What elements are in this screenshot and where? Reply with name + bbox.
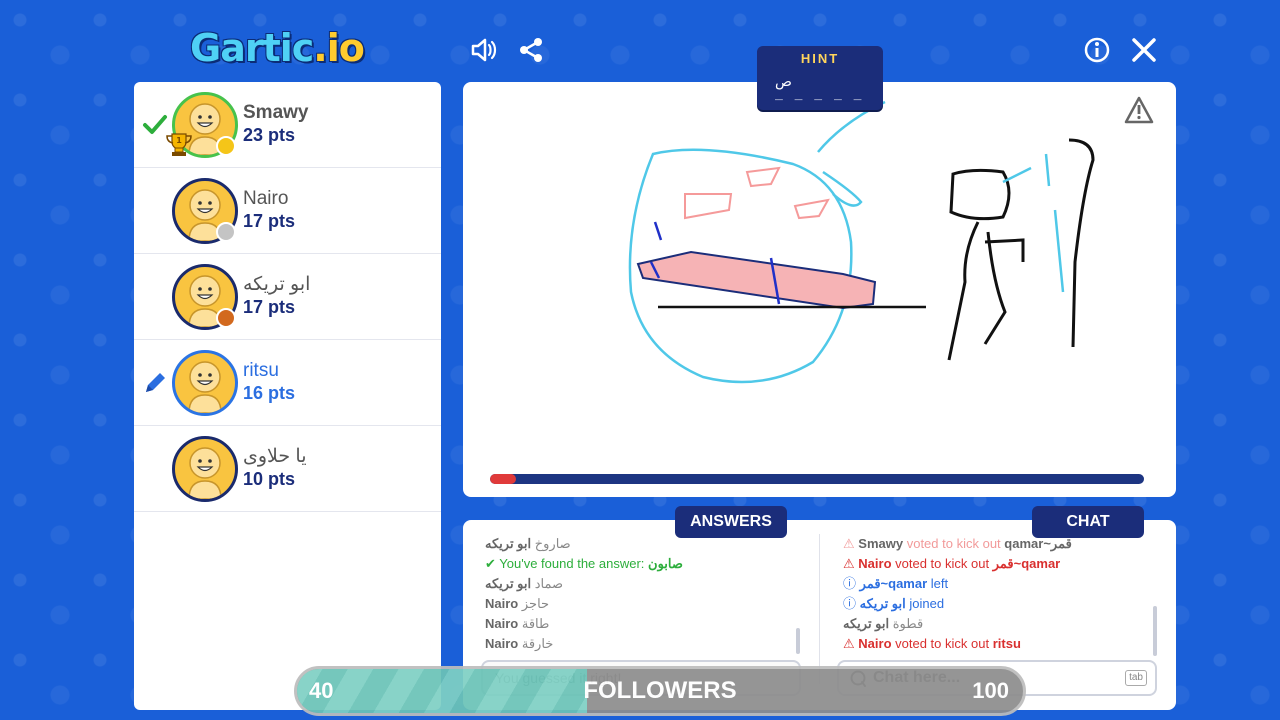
followers-label: FOLLOWERS xyxy=(583,677,737,704)
pencil-icon xyxy=(146,373,165,392)
info-icon: ⓘ xyxy=(843,576,857,591)
message-text: voted to kick out xyxy=(895,556,990,571)
chat-message: ⓘ قمر~qamar left xyxy=(843,574,1143,594)
chat-list: ⚠ Smawy voted to kick out qamar~قمر ⚠ Na… xyxy=(843,534,1143,654)
tab-key-hint: tab xyxy=(1125,670,1147,686)
round-timer-fill xyxy=(490,474,517,484)
message-user: ابو تريكه xyxy=(859,596,906,611)
answer-message: Nairo طاقة xyxy=(485,614,805,634)
message-user: Smawy xyxy=(858,536,904,551)
player-name: ابو تريكه xyxy=(243,274,311,295)
logo-suffix-text: .io xyxy=(313,26,365,70)
message-text: voted to kick out xyxy=(906,536,1001,551)
answer-message: صاروخ ابو تريكه xyxy=(485,534,805,554)
message-user: ابو تريكه xyxy=(485,536,532,551)
player-name: Nairo xyxy=(243,188,289,209)
player-row[interactable]: ritsu 16 pts xyxy=(134,340,441,426)
info-icon: ⓘ xyxy=(843,596,857,611)
message-text: حاجز xyxy=(521,596,550,611)
bronze-medal-badge xyxy=(216,308,236,328)
player-points: 17 pts xyxy=(243,297,296,317)
player-points: 10 pts xyxy=(243,469,296,489)
player-row[interactable]: 1 Smawy 23 pts xyxy=(134,82,441,168)
message-user: ابو تريكه xyxy=(843,616,890,631)
column-divider xyxy=(819,534,820,684)
chat-message: ⚠ Nairo voted to kick out ritsu xyxy=(843,634,1143,654)
gold-medal-badge xyxy=(216,136,236,156)
player-row[interactable]: Nairo 17 pts xyxy=(134,168,441,254)
trophy-icon: 1 xyxy=(166,133,192,156)
chat-message: ⚠ Smawy voted to kick out qamar~قمر xyxy=(843,534,1143,554)
hint-blanks: _ _ _ _ _ xyxy=(775,86,864,101)
player-name: ritsu xyxy=(243,360,279,381)
avatar xyxy=(172,350,238,416)
info-icon[interactable] xyxy=(1083,36,1111,64)
message-text: voted to kick out xyxy=(895,636,990,651)
answers-scrollbar[interactable] xyxy=(796,628,800,654)
check-icon: ✔ xyxy=(485,556,496,571)
close-icon[interactable] xyxy=(1130,36,1158,64)
answer-message: Nairo حاجز xyxy=(485,594,805,614)
message-user: ابو تريكه xyxy=(485,576,532,591)
share-icon[interactable] xyxy=(517,36,545,64)
message-user: Nairo xyxy=(858,636,892,651)
player-points: 16 pts xyxy=(243,383,296,403)
player-points: 23 pts xyxy=(243,125,296,145)
answer-message: ✔ You've found the answer: صابون xyxy=(485,554,805,574)
message-user: Nairo xyxy=(485,636,519,651)
player-row[interactable]: ابو تريكه 17 pts xyxy=(134,254,441,340)
message-text: طاقة xyxy=(521,616,550,631)
player-points: 17 pts xyxy=(243,211,296,231)
message-text: خارقة xyxy=(521,636,554,651)
chat-scrollbar[interactable] xyxy=(1153,606,1157,656)
hint-title: HINT xyxy=(800,51,840,66)
followers-goal-bar: 40 FOLLOWERS 100 xyxy=(294,666,1026,716)
followers-goal: 100 xyxy=(972,678,1009,703)
message-text: left xyxy=(930,576,949,591)
silver-medal-badge xyxy=(216,222,236,242)
found-answer: صابون xyxy=(648,556,683,571)
player-name: Smawy xyxy=(243,102,309,123)
message-text: صماد xyxy=(534,576,564,591)
message-user: Nairo xyxy=(858,556,892,571)
message-user: Nairo xyxy=(485,616,519,631)
message-user: Nairo xyxy=(485,596,519,611)
message-user: قمر~qamar xyxy=(859,576,928,591)
chat-message: ⓘ ابو تريكه joined xyxy=(843,594,1143,614)
message-text: You've found the answer: xyxy=(499,556,645,571)
speaker-icon[interactable] xyxy=(469,36,497,64)
chat-message: قطوة ابو تريكه xyxy=(843,614,1143,634)
alert-icon: ⚠ xyxy=(843,536,855,551)
players-list: 1 Smawy 23 pts Nairo 17 pts ابو تريكه 17… xyxy=(134,82,441,710)
drawing-strokes xyxy=(628,100,1095,384)
avatar xyxy=(172,436,238,502)
answers-list: صاروخ ابو تريكه ✔ You've found the answe… xyxy=(485,534,805,654)
message-text: صاروخ xyxy=(534,536,571,551)
message-target: ritsu xyxy=(992,636,1021,651)
trophy-rank: 1 xyxy=(176,136,182,145)
message-target: qamar~قمر xyxy=(1004,536,1072,551)
round-timer-bar xyxy=(490,474,1144,484)
answer-message: صماد ابو تريكه xyxy=(485,574,805,594)
message-text: قطوة xyxy=(892,616,924,631)
chat-message: ⚠ Nairo voted to kick out قمر~qamar xyxy=(843,554,1143,574)
player-row[interactable]: يا حلاوى 10 pts xyxy=(134,426,441,512)
answer-message: Nairo خارقة xyxy=(485,634,805,654)
message-text: joined xyxy=(909,596,945,611)
hint-box: HINT ص _ _ _ _ _ xyxy=(757,46,883,110)
alert-icon: ⚠ xyxy=(843,556,855,571)
player-name: يا حلاوى xyxy=(243,446,307,467)
report-warning-icon[interactable] xyxy=(1124,96,1154,124)
message-target: قمر~qamar xyxy=(992,556,1061,571)
alert-icon: ⚠ xyxy=(843,636,855,651)
drawing-canvas[interactable] xyxy=(463,82,1176,497)
logo-main-text: Gartic xyxy=(190,26,314,70)
gartic-logo: Gartic.io xyxy=(190,26,390,72)
